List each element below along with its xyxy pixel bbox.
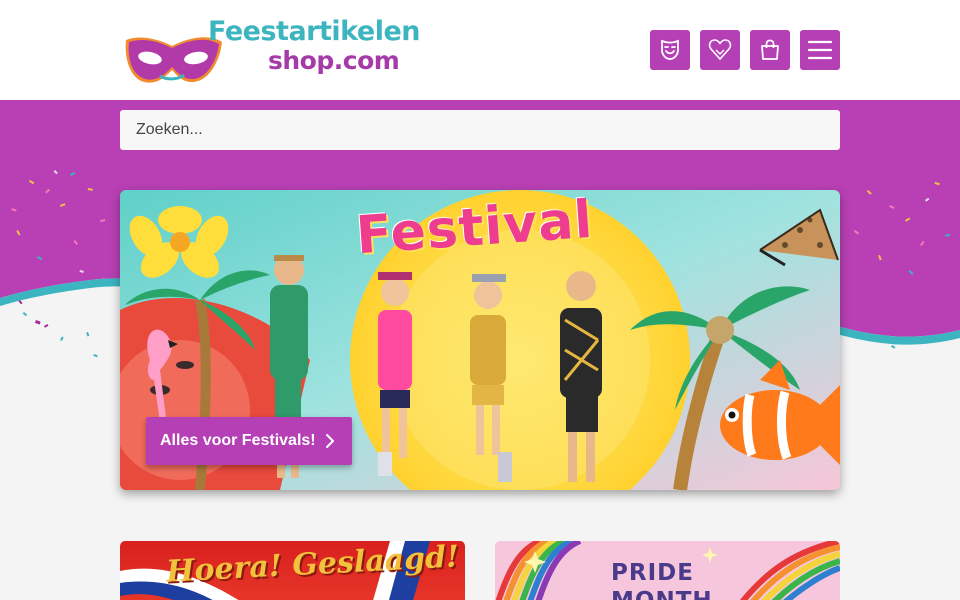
hamburger-menu-icon <box>807 40 833 60</box>
site-logo[interactable]: Feestartikelen shop.com <box>120 14 420 88</box>
chevron-right-icon <box>325 434 334 448</box>
festival-hero-banner[interactable]: Festival Alles voor Festivals! <box>120 190 840 490</box>
shopping-bag-icon <box>761 39 779 60</box>
pride-word: PRIDE <box>611 560 694 586</box>
heart-icon <box>708 39 732 60</box>
site-header: Feestartikelen shop.com <box>0 0 960 100</box>
logo-text-line1: Feestartikelen <box>208 16 420 47</box>
costume-button[interactable] <box>650 30 690 70</box>
graduation-card[interactable]: Hoera! Geslaagd! <box>120 541 465 600</box>
festival-cta-button[interactable]: Alles voor Festivals! <box>146 417 352 465</box>
cart-button[interactable] <box>750 30 790 70</box>
pride-month-card[interactable]: PRIDE MONTH <box>495 541 840 600</box>
search-input[interactable] <box>120 110 840 150</box>
cta-label: Alles voor Festivals! <box>160 432 316 449</box>
mask-smile-icon <box>661 39 679 60</box>
logo-text-line2: shop.com <box>268 46 400 75</box>
pride-card-title: PRIDE MONTH <box>611 559 713 600</box>
search-band <box>0 100 960 160</box>
month-word: MONTH <box>611 588 713 600</box>
wishlist-button[interactable] <box>700 30 740 70</box>
menu-button[interactable] <box>800 30 840 70</box>
